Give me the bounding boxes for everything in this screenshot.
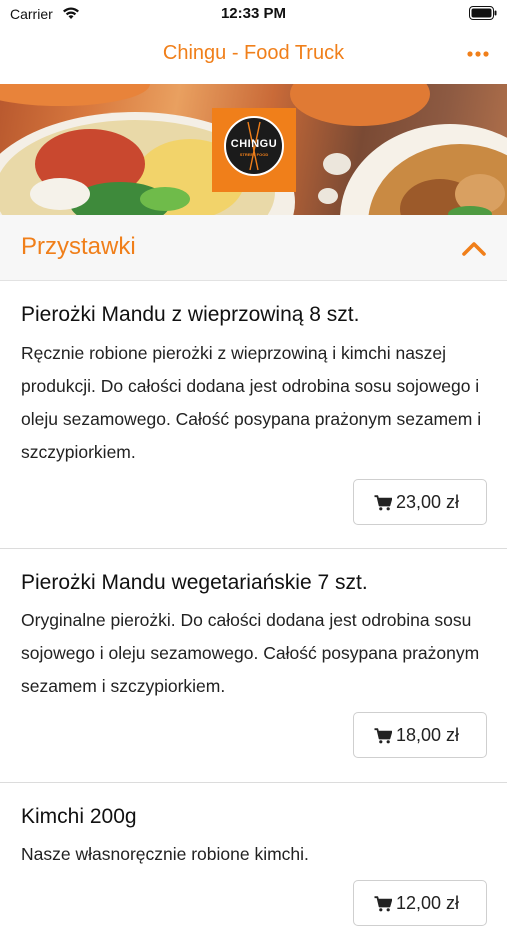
menu-item: Pierożki Mandu z wieprzowiną 8 szt. Ręcz… xyxy=(0,281,507,549)
price-label: 23,00 zł xyxy=(396,492,460,512)
menu-item: Pierożki Mandu wegetariańskie 7 szt. Ory… xyxy=(0,549,507,783)
price-label: 18,00 zł xyxy=(396,725,460,745)
menu-item-name: Pierożki Mandu z wieprzowiną 8 szt. xyxy=(21,303,360,326)
status-bar: Carrier 12:33 PM xyxy=(0,0,507,28)
chevron-up-icon[interactable] xyxy=(461,239,487,257)
add-to-cart-button[interactable]: 18,00 zł xyxy=(353,712,487,758)
menu-item-description: Nasze własnoręcznie robione kimchi. xyxy=(21,844,309,864)
status-time: 12:33 PM xyxy=(220,5,287,22)
cart-icon xyxy=(374,728,392,744)
section-title: Przystawki xyxy=(21,233,136,260)
cart-icon xyxy=(374,896,392,912)
add-to-cart-button[interactable]: 23,00 zł xyxy=(353,479,487,525)
menu-item-description: Oryginalne pierożki. Do całości dodana j… xyxy=(21,610,480,696)
menu-item-name: Kimchi 200g xyxy=(21,805,137,828)
menu-item-description: Ręcznie robione pierożki z wieprzowiną i… xyxy=(21,343,482,462)
brand-logo: CHINGU STREET FOOD xyxy=(212,108,296,192)
nav-title: Chingu - Food Truck xyxy=(162,42,345,64)
more-horizontal-icon[interactable] xyxy=(465,44,491,64)
nav-bar: Chingu - Food Truck xyxy=(0,28,507,84)
logo-text: CHINGU xyxy=(230,138,278,150)
battery-icon xyxy=(469,6,497,20)
section-header-przystawki[interactable]: Przystawki xyxy=(0,215,507,281)
price-label: 12,00 zł xyxy=(396,893,460,913)
logo-circle: CHINGU STREET FOOD xyxy=(224,116,284,176)
add-to-cart-button[interactable]: 12,00 zł xyxy=(353,880,487,926)
menu-item: Kimchi 200g Nasze własnoręcznie robione … xyxy=(0,783,507,926)
header-banner-image: CHINGU STREET FOOD xyxy=(0,84,507,215)
logo-subtext: STREET FOOD xyxy=(239,152,269,157)
menu-item-name: Pierożki Mandu wegetariańskie 7 szt. xyxy=(21,571,368,594)
cart-icon xyxy=(374,495,392,511)
